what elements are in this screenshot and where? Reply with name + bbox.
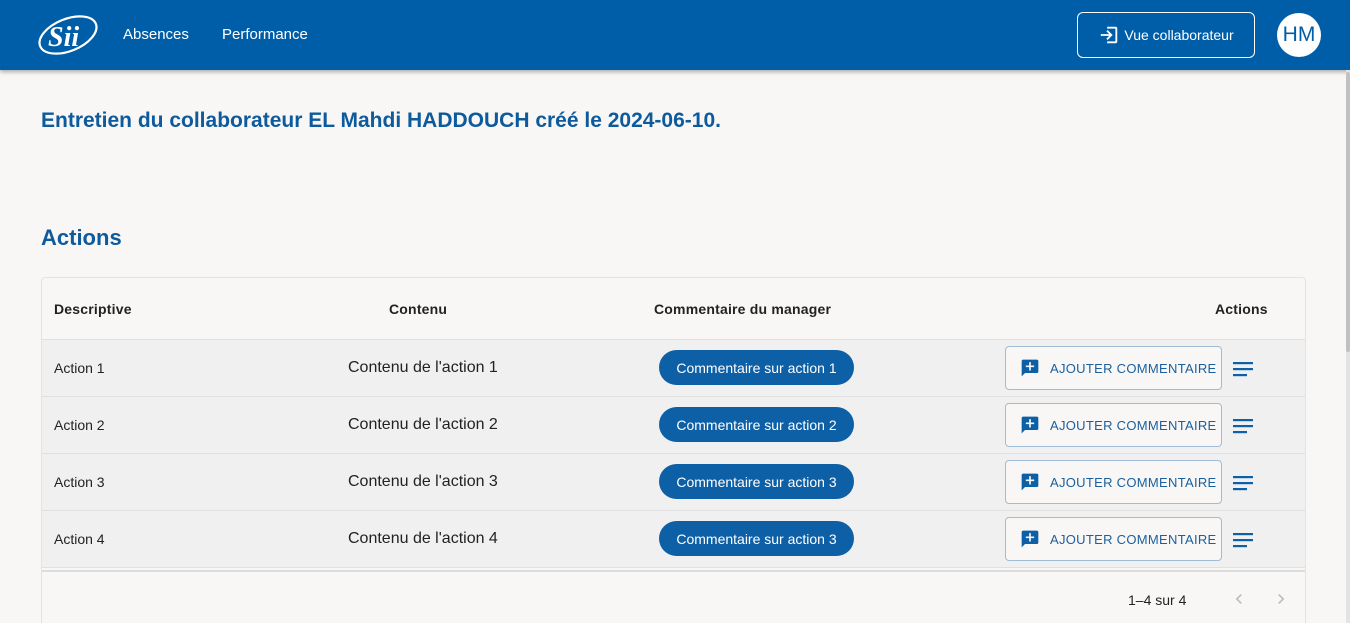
actions-table: Descriptive Contenu Commentaire du manag… bbox=[41, 277, 1306, 623]
login-arrow-icon bbox=[1098, 24, 1120, 46]
scrollbar-thumb[interactable] bbox=[1346, 72, 1350, 352]
add-comment-label: AJOUTER COMMENTAIRE bbox=[1050, 417, 1217, 433]
menu-lines-icon[interactable] bbox=[1231, 416, 1255, 436]
chevron-left-icon[interactable] bbox=[1229, 589, 1249, 609]
chevron-right-icon[interactable] bbox=[1271, 589, 1291, 609]
add-comment-button[interactable]: AJOUTER COMMENTAIRE bbox=[1005, 346, 1222, 390]
cell-descriptive: Action 1 bbox=[54, 360, 105, 376]
manager-comment-chip[interactable]: Commentaire sur action 2 bbox=[659, 407, 854, 442]
add-comment-label: AJOUTER COMMENTAIRE bbox=[1050, 360, 1217, 376]
table-row: Action 4 Contenu de l'action 4 Commentai… bbox=[42, 511, 1305, 568]
section-title-actions: Actions bbox=[41, 225, 122, 250]
column-header-manager-comment[interactable]: Commentaire du manager bbox=[654, 301, 831, 317]
nav-performance[interactable]: Performance bbox=[222, 26, 308, 43]
add-comment-button[interactable]: AJOUTER COMMENTAIRE bbox=[1005, 403, 1222, 447]
table-row: Action 1 Contenu de l'action 1 Commentai… bbox=[42, 340, 1305, 397]
table-header: Descriptive Contenu Commentaire du manag… bbox=[42, 278, 1305, 340]
add-comment-icon bbox=[1020, 415, 1040, 435]
add-comment-button[interactable]: AJOUTER COMMENTAIRE bbox=[1005, 517, 1222, 561]
add-comment-icon bbox=[1020, 529, 1040, 549]
menu-lines-icon[interactable] bbox=[1231, 359, 1255, 379]
table-footer-divider bbox=[42, 570, 1305, 572]
menu-lines-icon[interactable] bbox=[1231, 473, 1255, 493]
nav-absences[interactable]: Absences bbox=[123, 26, 189, 43]
table-row: Action 2 Contenu de l'action 2 Commentai… bbox=[42, 397, 1305, 454]
cell-descriptive: Action 3 bbox=[54, 474, 105, 490]
column-header-actions[interactable]: Actions bbox=[1215, 301, 1268, 317]
page-title: Entretien du collaborateur EL Mahdi HADD… bbox=[41, 109, 721, 132]
add-comment-icon bbox=[1020, 358, 1040, 378]
cell-descriptive: Action 4 bbox=[54, 531, 105, 547]
switch-view-button[interactable]: Vue collaborateur bbox=[1077, 12, 1255, 58]
top-app-bar: Sii Absences Performance Vue collaborate… bbox=[0, 0, 1350, 70]
manager-comment-chip[interactable]: Commentaire sur action 3 bbox=[659, 521, 854, 556]
switch-view-label: Vue collaborateur bbox=[1124, 27, 1234, 43]
add-comment-label: AJOUTER COMMENTAIRE bbox=[1050, 474, 1217, 490]
sii-logo[interactable]: Sii bbox=[34, 12, 102, 58]
cell-content: Contenu de l'action 4 bbox=[348, 530, 498, 547]
cell-content: Contenu de l'action 1 bbox=[348, 359, 498, 376]
pagination-range: 1–4 sur 4 bbox=[1128, 592, 1187, 608]
menu-lines-icon[interactable] bbox=[1231, 530, 1255, 550]
svg-text:Sii: Sii bbox=[48, 22, 79, 53]
manager-comment-chip[interactable]: Commentaire sur action 3 bbox=[659, 464, 854, 499]
cell-descriptive: Action 2 bbox=[54, 417, 105, 433]
column-header-descriptive[interactable]: Descriptive bbox=[54, 301, 132, 317]
add-comment-icon bbox=[1020, 472, 1040, 492]
cell-content: Contenu de l'action 3 bbox=[348, 473, 498, 490]
avatar[interactable]: HM bbox=[1277, 13, 1321, 57]
table-row: Action 3 Contenu de l'action 3 Commentai… bbox=[42, 454, 1305, 511]
add-comment-button[interactable]: AJOUTER COMMENTAIRE bbox=[1005, 460, 1222, 504]
column-header-content[interactable]: Contenu bbox=[389, 301, 447, 317]
cell-content: Contenu de l'action 2 bbox=[348, 416, 498, 433]
add-comment-label: AJOUTER COMMENTAIRE bbox=[1050, 531, 1217, 547]
manager-comment-chip[interactable]: Commentaire sur action 1 bbox=[659, 350, 854, 385]
